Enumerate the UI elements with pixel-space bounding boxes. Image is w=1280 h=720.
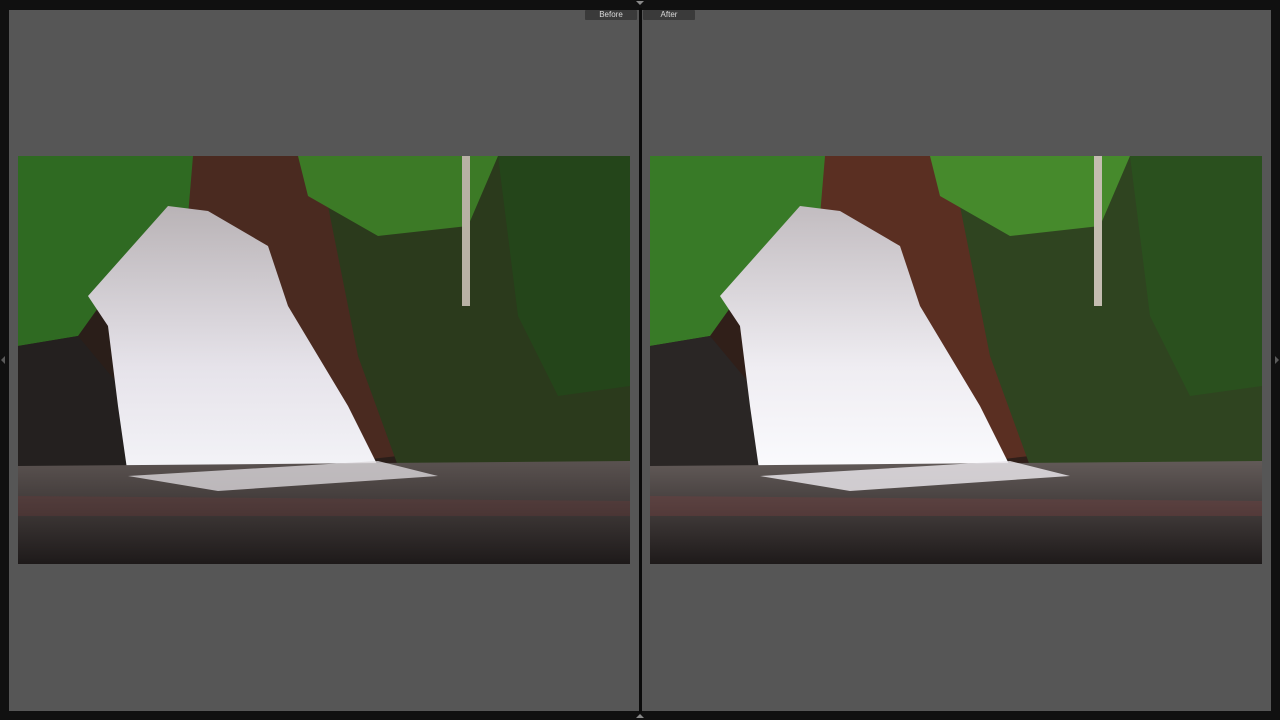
after-pane[interactable] bbox=[642, 10, 1271, 711]
after-label: After bbox=[643, 10, 695, 20]
right-panel-toggle-icon[interactable] bbox=[1275, 356, 1279, 364]
before-label: Before bbox=[585, 10, 637, 20]
after-photo[interactable] bbox=[650, 156, 1262, 564]
before-photo[interactable] bbox=[18, 156, 630, 564]
before-pane[interactable] bbox=[9, 10, 639, 711]
left-panel-toggle-icon[interactable] bbox=[1, 356, 5, 364]
bottom-panel-toggle-icon[interactable] bbox=[636, 714, 644, 718]
top-panel-toggle-icon[interactable] bbox=[636, 1, 644, 5]
compare-divider[interactable] bbox=[639, 8, 642, 713]
